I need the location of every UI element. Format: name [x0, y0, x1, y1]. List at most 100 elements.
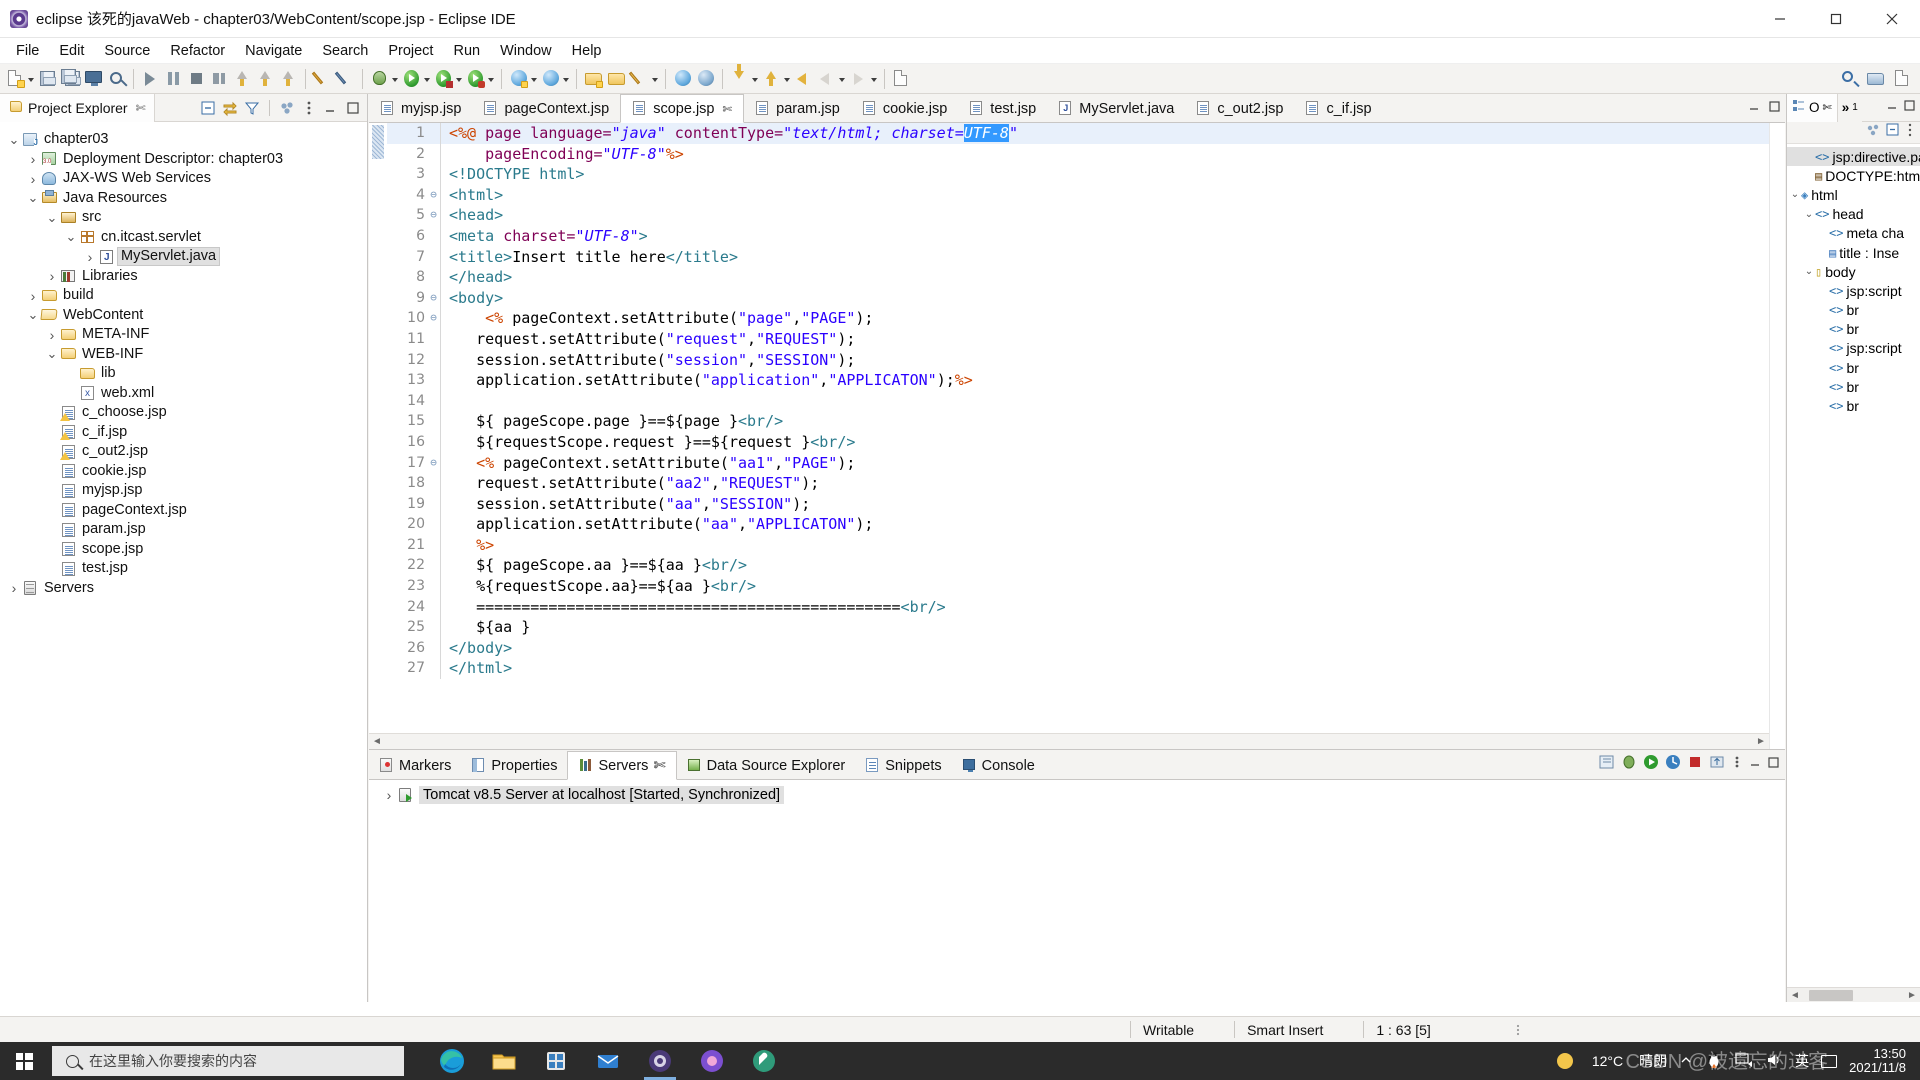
- minimize-bottom-icon[interactable]: [1748, 753, 1762, 776]
- outline-item[interactable]: ·<>br: [1787, 301, 1920, 320]
- next-annotation-button[interactable]: [729, 68, 750, 89]
- forward-nav-button[interactable]: [848, 68, 869, 89]
- status-resize-grip[interactable]: [1503, 1021, 1533, 1039]
- taskbar-tool-icon[interactable]: [740, 1042, 788, 1080]
- back-button[interactable]: [793, 68, 814, 89]
- close-icon[interactable]: ✄: [723, 102, 733, 116]
- menu-help[interactable]: Help: [562, 40, 612, 62]
- menu-source[interactable]: Source: [94, 40, 160, 62]
- chevron-down-icon[interactable]: ⌄: [44, 210, 60, 226]
- skip-breakpoints-button[interactable]: [334, 68, 356, 89]
- start-server-icon[interactable]: [1598, 753, 1616, 776]
- save-button[interactable]: [37, 68, 58, 89]
- step-into-button[interactable]: [232, 68, 253, 89]
- tree-item[interactable]: · c_if.jsp: [0, 423, 367, 443]
- bottom-tab[interactable]: Snippets: [855, 752, 951, 779]
- terminate-button[interactable]: [186, 68, 207, 89]
- editor-tab[interactable]: c_if.jsp: [1294, 95, 1383, 122]
- chevron-down-icon[interactable]: ⌄: [25, 307, 41, 323]
- debug-dropdown-icon[interactable]: [391, 69, 400, 89]
- code-line[interactable]: 2 pageEncoding="UTF-8"%>: [387, 143, 1769, 165]
- new-class-dropdown-icon[interactable]: [651, 69, 660, 89]
- chevron-down-icon[interactable]: ⌄: [1803, 266, 1815, 277]
- publish-server-icon[interactable]: [1708, 753, 1726, 776]
- editor-tab[interactable]: pageContext.jsp: [472, 95, 621, 122]
- debug-button[interactable]: [369, 68, 390, 89]
- search-icon[interactable]: [1838, 68, 1859, 89]
- minimize-editor-icon[interactable]: [1747, 99, 1761, 118]
- tree-item[interactable]: ⌄ Java Resources: [0, 189, 367, 209]
- notifications-icon[interactable]: [1821, 1054, 1838, 1068]
- start-button[interactable]: [0, 1042, 48, 1080]
- minimize-outline-icon[interactable]: [1885, 99, 1899, 116]
- volume-icon[interactable]: [1765, 1052, 1783, 1071]
- new-folder-button[interactable]: [606, 68, 627, 89]
- outline-overflow-tab[interactable]: » 1: [1837, 93, 1862, 122]
- taskbar-file-explorer-icon[interactable]: [480, 1042, 528, 1080]
- maximize-outline-icon[interactable]: [1903, 99, 1917, 116]
- source-code[interactable]: 1 <%@ page language="java" contentType="t…: [387, 123, 1769, 733]
- bottom-tab[interactable]: Markers: [369, 752, 461, 779]
- forward-dropdown-icon[interactable]: [870, 69, 879, 89]
- close-icon[interactable]: ✄: [1823, 101, 1832, 114]
- tree-item[interactable]: › Servers: [0, 579, 367, 599]
- outline-item[interactable]: ·<>br: [1787, 396, 1920, 415]
- outline-item[interactable]: ·<>meta cha: [1787, 224, 1920, 243]
- tree-item[interactable]: › Libraries: [0, 267, 367, 287]
- code-line[interactable]: 12 session.setAttribute("session","SESSI…: [387, 349, 1769, 371]
- code-line[interactable]: 16 ${requestScope.request }==${request }…: [387, 431, 1769, 453]
- outline-item[interactable]: ·<>br: [1787, 320, 1920, 339]
- chevron-right-icon[interactable]: ›: [25, 288, 41, 304]
- chevron-down-icon[interactable]: ⌄: [1803, 209, 1815, 220]
- code-line[interactable]: 18 request.setAttribute("aa2","REQUEST")…: [387, 473, 1769, 494]
- code-line[interactable]: 5 ⊖ <head>: [387, 205, 1769, 226]
- code-line[interactable]: 8 </head>: [387, 267, 1769, 288]
- stop-server-icon[interactable]: [1686, 753, 1704, 776]
- outline-menu-icon[interactable]: [1905, 122, 1915, 143]
- tray-expand-chevron-icon[interactable]: [1679, 1053, 1693, 1070]
- code-line[interactable]: 11 request.setAttribute("request","REQUE…: [387, 328, 1769, 350]
- bottom-tabbar[interactable]: Markers Properties Servers ✄ Data Source Exp…: [369, 751, 1785, 780]
- external-tools-button[interactable]: [540, 68, 561, 89]
- chevron-down-icon[interactable]: ⌄: [1789, 189, 1801, 200]
- profile-server-icon[interactable]: [1664, 753, 1682, 776]
- code-line[interactable]: 15 ${ pageScope.page }==${page }<br/>: [387, 411, 1769, 432]
- server-row[interactable]: › Tomcat v8.5 Server at localhost [Starte…: [369, 784, 1785, 805]
- open-browser-button[interactable]: [672, 68, 693, 89]
- editor-tab[interactable]: MyServlet.java: [1047, 95, 1186, 122]
- chevron-right-icon[interactable]: ›: [381, 787, 397, 803]
- previous-annotation-button[interactable]: [761, 68, 782, 89]
- editor-tab[interactable]: myjsp.jsp: [369, 95, 473, 122]
- outline-scrollbar-thumb[interactable]: [1809, 990, 1853, 1001]
- external-tools-dropdown-icon[interactable]: [562, 69, 571, 89]
- chevron-down-icon[interactable]: ⌄: [44, 346, 60, 362]
- toggle-mark-occurrences-button[interactable]: [311, 68, 333, 89]
- run-as-dropdown-icon[interactable]: [455, 69, 464, 89]
- tree-item[interactable]: · web.xml: [0, 384, 367, 404]
- new-server-button[interactable]: [508, 68, 529, 89]
- bottom-view-menu-icon[interactable]: [1730, 753, 1744, 776]
- code-line[interactable]: 14: [387, 390, 1769, 412]
- menu-edit[interactable]: Edit: [49, 40, 94, 62]
- weather-widget[interactable]: 12°C 晴朗: [1554, 1050, 1667, 1072]
- outline-item[interactable]: ·▤DOCTYPE:html: [1787, 166, 1920, 185]
- tree-item[interactable]: ⌄ WEB-INF: [0, 345, 367, 365]
- editor-tab[interactable]: param.jsp: [744, 95, 851, 122]
- resume-button[interactable]: [140, 68, 161, 89]
- chevron-down-icon[interactable]: ⌄: [63, 229, 79, 245]
- editor-tab[interactable]: cookie.jsp: [850, 95, 959, 122]
- tree-item[interactable]: · lib: [0, 364, 367, 384]
- next-annotation-dropdown-icon[interactable]: [751, 69, 760, 89]
- code-line[interactable]: 25 ${aa }: [387, 617, 1769, 638]
- save-all-button[interactable]: [60, 68, 81, 89]
- menu-file[interactable]: File: [6, 40, 49, 62]
- minimize-button[interactable]: [1752, 0, 1808, 38]
- tree-item[interactable]: ⌄ src: [0, 208, 367, 228]
- menu-refactor[interactable]: Refactor: [160, 40, 235, 62]
- chevron-right-icon[interactable]: ›: [25, 151, 41, 167]
- link-with-editor-icon[interactable]: [220, 98, 240, 118]
- chevron-down-icon[interactable]: ⌄: [6, 132, 22, 148]
- editor-tabbar[interactable]: myjsp.jsp pageContext.jsp scope.jsp ✄ param.…: [369, 94, 1785, 123]
- code-line[interactable]: 21 %>: [387, 534, 1769, 556]
- code-line[interactable]: 27 </html>: [387, 658, 1769, 680]
